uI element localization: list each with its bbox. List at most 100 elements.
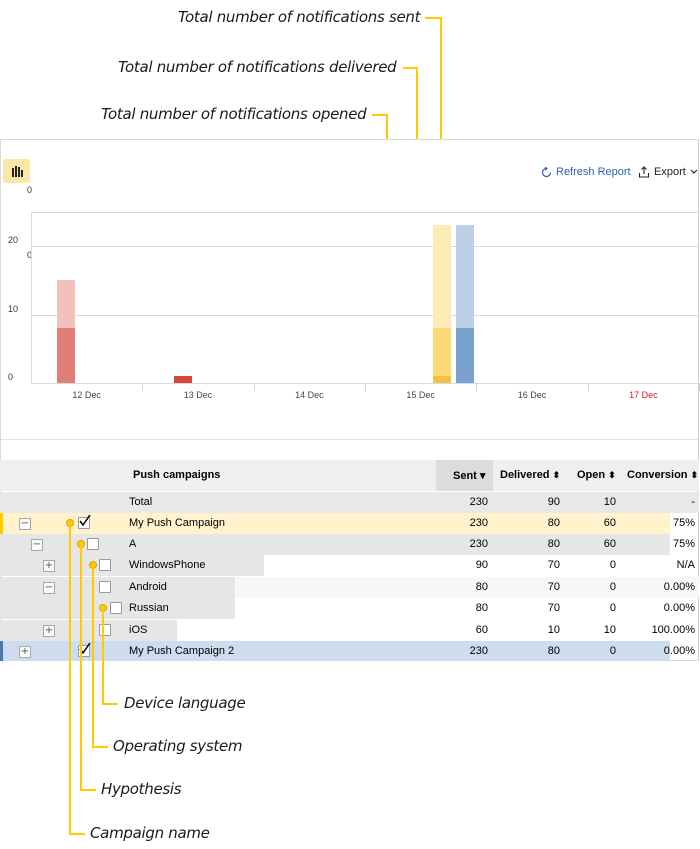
table-row[interactable]: − A 230 80 60 75%: [0, 534, 699, 555]
row-name: Total: [129, 496, 153, 508]
row-open: 60: [603, 517, 616, 529]
table-row[interactable]: + My Push Campaign 2 230 80 0 0.00%: [0, 641, 699, 662]
row-sent: 80: [475, 581, 488, 593]
row-sent: 230: [469, 645, 488, 657]
export-button[interactable]: Export: [638, 166, 698, 178]
row-sent: 80: [475, 602, 488, 614]
row-marker: [0, 641, 3, 661]
row-conversion: 75%: [672, 538, 695, 550]
x-tick-mark: [142, 383, 144, 391]
table-row[interactable]: − Android 80 70 0 0.00%: [0, 577, 699, 598]
os-checkbox[interactable]: [99, 581, 111, 593]
y-tick-label: 20: [8, 235, 19, 245]
hypothesis-checkbox[interactable]: [87, 538, 99, 550]
x-tick-mark: [587, 383, 589, 391]
y-tick-label: 10: [8, 303, 19, 314]
x-tick-label: 15 Dec: [406, 390, 435, 400]
sort-icon: ⬍: [552, 470, 561, 480]
campaign-checkbox[interactable]: [78, 515, 91, 529]
refresh-icon: [541, 166, 552, 177]
x-tick-label: 13 Dec: [183, 390, 213, 400]
callout-line: [80, 545, 82, 791]
row-open: 0: [609, 602, 616, 614]
row-delivered: 80: [547, 645, 560, 657]
row-open: 0: [609, 645, 616, 657]
row-conversion: N/A: [676, 559, 695, 571]
row-delivered: 80: [547, 538, 560, 550]
header-conversion[interactable]: Conversion ⬍: [627, 469, 698, 481]
row-delivered: 10: [547, 624, 560, 636]
header-delivered[interactable]: Delivered ⬍: [500, 469, 560, 481]
table-header: Push campaigns Sent ▾ Delivered ⬍ Open ⬍…: [0, 460, 699, 491]
os-checkbox[interactable]: [99, 559, 111, 571]
os-checkbox[interactable]: [99, 624, 111, 636]
header-sent-label: Sent: [453, 470, 477, 482]
sort-desc-icon: ▾: [479, 470, 486, 482]
bar-opened: [57, 328, 75, 383]
header-sent[interactable]: Sent ▾: [453, 469, 485, 482]
x-tick-mark: [365, 383, 366, 391]
row-open: 60: [603, 538, 616, 550]
annotation-device-language: Device language: [124, 694, 246, 712]
row-name: Russian: [129, 602, 169, 614]
row-name: A: [129, 538, 137, 550]
header-conversion-label: Conversion: [627, 469, 688, 481]
row-marker: [0, 513, 3, 534]
bar-delivered: [433, 328, 451, 383]
header-push-campaigns[interactable]: Push campaigns: [133, 469, 220, 481]
row-conversion: 75%: [672, 517, 695, 529]
callout-line: [425, 17, 441, 19]
callout-line: [92, 746, 108, 748]
row-name: WindowsPhone: [129, 559, 206, 571]
callout-line: [69, 833, 85, 835]
expand-button[interactable]: +: [43, 625, 55, 637]
x-tick-mark: [253, 383, 255, 391]
table-row[interactable]: + iOS 60 10 10 100.00%: [0, 620, 699, 641]
table-row[interactable]: + WindowsPhone 90 70 0 N/A: [0, 555, 699, 576]
row-conversion: 0.00%: [663, 602, 695, 614]
y-axis-line: [31, 212, 32, 384]
export-label: Export: [654, 166, 686, 178]
row-open: 10: [603, 624, 616, 636]
chevron-down-icon: [690, 169, 698, 174]
language-checkbox[interactable]: [110, 602, 122, 614]
annotation-campaign-name: Campaign name: [90, 824, 210, 842]
sort-icon: ⬍: [608, 470, 616, 480]
row-conversion: 100.00%: [651, 624, 695, 636]
row-delivered: 90: [547, 496, 560, 508]
header-delivered-label: Delivered: [500, 469, 550, 481]
table-row-total: Total 230 90 10 -: [0, 492, 699, 513]
column-chart-icon: [12, 166, 23, 177]
row-name: My Push Campaign: [129, 517, 225, 529]
annotation-hypothesis: Hypothesis: [101, 780, 182, 798]
sort-icon: ⬍: [690, 470, 699, 480]
x-tick-label: 16 Dec: [517, 390, 547, 400]
header-open-label: Open: [577, 469, 606, 481]
collapse-button[interactable]: −: [43, 582, 55, 594]
row-conversion: 0.00%: [663, 581, 695, 593]
callout-line: [102, 609, 104, 705]
row-open: 10: [603, 496, 616, 508]
x-tick-label: 12 Dec: [72, 390, 101, 400]
collapse-button[interactable]: −: [31, 539, 43, 551]
annotation-sent: Total number of notifications sent: [178, 8, 421, 26]
row-conversion: -: [691, 496, 695, 508]
axis-label: 0: [27, 185, 33, 195]
row-sent: 90: [475, 559, 488, 571]
y-tick-label: 0: [8, 372, 14, 382]
row-open: 0: [609, 581, 616, 593]
bar-opened: [174, 376, 192, 383]
chart-type-button[interactable]: [3, 159, 30, 183]
table-row[interactable]: − My Push Campaign 230 80 60 75%: [0, 513, 699, 534]
annotation-delivered: Total number of notifications delivered: [118, 58, 397, 76]
bar-opened: [456, 328, 474, 383]
annotation-opened: Total number of notifications opened: [101, 105, 367, 123]
expand-button[interactable]: +: [43, 560, 55, 572]
expand-button[interactable]: +: [19, 646, 31, 658]
callout-line: [69, 524, 71, 835]
header-open[interactable]: Open ⬍: [577, 469, 616, 481]
collapse-button[interactable]: −: [19, 518, 31, 530]
x-tick-mark: [476, 383, 478, 391]
refresh-report-button[interactable]: Refresh Report: [541, 166, 631, 178]
row-sent: 60: [475, 624, 488, 636]
